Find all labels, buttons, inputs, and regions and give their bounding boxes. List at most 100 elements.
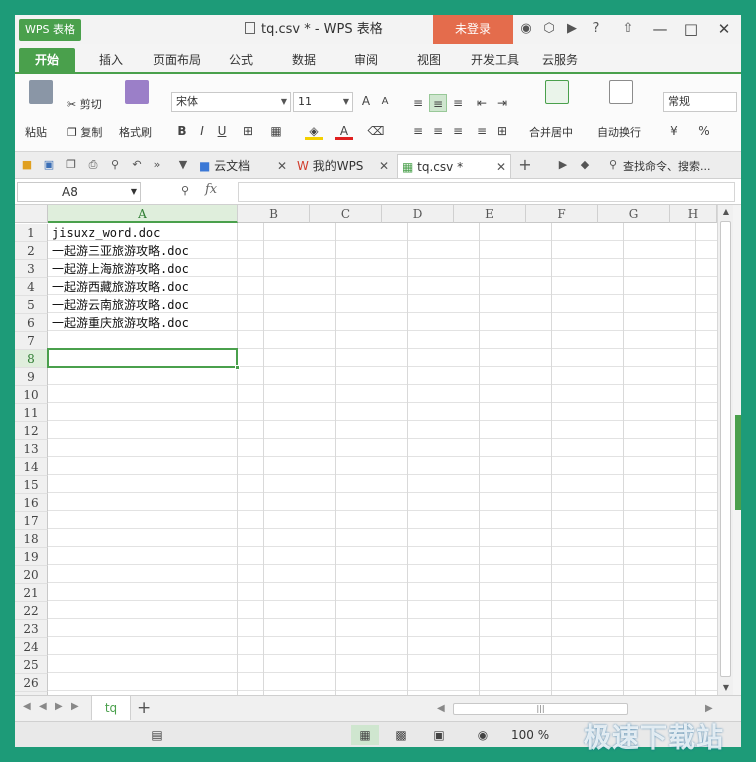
cell-style-icon[interactable]: ▦ bbox=[267, 122, 285, 140]
tab-cloud[interactable]: 云服务 bbox=[537, 48, 583, 72]
align-center-icon[interactable]: ≡ bbox=[429, 122, 447, 140]
row-header[interactable]: 15 bbox=[15, 476, 48, 494]
row-header[interactable]: 16 bbox=[15, 494, 48, 512]
decrease-indent-icon[interactable]: ⇤ bbox=[473, 94, 491, 112]
format-painter-icon[interactable] bbox=[125, 80, 149, 104]
bold-button[interactable]: B bbox=[173, 122, 191, 140]
row-header[interactable]: 24 bbox=[15, 638, 48, 656]
minimize-button[interactable]: — bbox=[645, 15, 675, 44]
font-color-icon[interactable]: A bbox=[335, 122, 353, 140]
row-header[interactable]: 13 bbox=[15, 440, 48, 458]
clear-format-icon[interactable]: ⌫ bbox=[367, 122, 385, 140]
row-header[interactable]: 26 bbox=[15, 674, 48, 692]
skin-icon[interactable]: ◉ bbox=[517, 20, 535, 38]
row-header[interactable]: 4 bbox=[15, 278, 48, 296]
horizontal-scrollbar[interactable]: ◀ ||| ▶ bbox=[435, 702, 720, 716]
row-header[interactable]: 22 bbox=[15, 602, 48, 620]
cut-button[interactable]: ✂ 剪切 bbox=[67, 96, 102, 112]
close-icon[interactable]: ✕ bbox=[277, 154, 287, 178]
share-icon[interactable]: ◆ bbox=[577, 157, 593, 173]
merge-center-icon[interactable] bbox=[545, 80, 569, 104]
row-header[interactable]: 8 bbox=[15, 350, 48, 368]
row-header[interactable]: 21 bbox=[15, 584, 48, 602]
sheet-tab-tq[interactable]: tq bbox=[91, 696, 131, 720]
command-search[interactable]: 查找命令、搜索... bbox=[623, 158, 711, 174]
zoom-level[interactable]: 100 % bbox=[511, 722, 549, 747]
fill-color-icon[interactable]: ◈ bbox=[305, 122, 323, 140]
number-format-select[interactable]: 常规 bbox=[663, 92, 737, 112]
close-icon[interactable]: ✕ bbox=[379, 154, 389, 178]
row-header[interactable]: 14 bbox=[15, 458, 48, 476]
percent-button[interactable]: % bbox=[695, 122, 713, 140]
italic-button[interactable]: I bbox=[193, 122, 211, 140]
font-name-select[interactable]: 宋体 ▼ bbox=[171, 92, 291, 112]
name-box[interactable]: A8 ▼ bbox=[17, 182, 141, 202]
wrap-text-icon[interactable] bbox=[609, 80, 633, 104]
increase-font-icon[interactable]: A bbox=[357, 92, 375, 110]
row-header[interactable]: 20 bbox=[15, 566, 48, 584]
doc-tab-mywps[interactable]: W 我的WPS ✕ bbox=[297, 154, 393, 178]
row-header[interactable]: 19 bbox=[15, 548, 48, 566]
dropdown-icon[interactable]: ▼ bbox=[175, 157, 191, 173]
column-header[interactable]: A bbox=[48, 205, 238, 223]
cell-a3[interactable]: 一起游上海旅游攻略.doc bbox=[52, 260, 189, 278]
add-sheet-icon[interactable]: + bbox=[137, 698, 151, 718]
scroll-left-icon[interactable]: ◀ bbox=[437, 703, 445, 714]
tab-view[interactable]: 视图 bbox=[409, 48, 449, 72]
page-layout-view-icon[interactable]: ▣ bbox=[425, 725, 453, 745]
function-button[interactable]: fx bbox=[205, 182, 217, 197]
row-header[interactable]: 2 bbox=[15, 242, 48, 260]
doc-tab-tq[interactable]: ▦ tq.csv * ✕ bbox=[397, 154, 511, 178]
row-header[interactable]: 3 bbox=[15, 260, 48, 278]
format-painter-button[interactable]: 格式刷 bbox=[119, 124, 152, 140]
undo-icon[interactable]: ↶ bbox=[129, 157, 145, 173]
currency-icon[interactable]: ¥ bbox=[665, 122, 683, 140]
column-header[interactable]: F bbox=[526, 205, 598, 223]
row-header[interactable]: 10 bbox=[15, 386, 48, 404]
cell-a2[interactable]: 一起游三亚旅游攻略.doc bbox=[52, 242, 189, 260]
print-icon[interactable]: ⎙ bbox=[85, 157, 101, 173]
last-sheet-icon[interactable]: ▶ bbox=[71, 701, 79, 712]
first-sheet-icon[interactable]: ◀ bbox=[23, 701, 31, 712]
column-header[interactable]: G bbox=[598, 205, 670, 223]
scroll-up-icon[interactable]: ▲ bbox=[718, 205, 734, 219]
decrease-font-icon[interactable]: A bbox=[376, 93, 394, 111]
distributed-icon[interactable]: ⊞ bbox=[493, 122, 511, 140]
tab-data[interactable]: 数据 bbox=[284, 48, 324, 72]
more-icon[interactable]: » bbox=[149, 157, 165, 173]
side-panel-toggle[interactable] bbox=[735, 415, 741, 510]
increase-indent-icon[interactable]: ⇥ bbox=[493, 94, 511, 112]
window-restore-icon[interactable]: ⇧ bbox=[619, 20, 637, 38]
save-icon[interactable]: ▣ bbox=[41, 157, 57, 173]
select-all-corner[interactable] bbox=[15, 205, 48, 223]
cell-a4[interactable]: 一起游西藏旅游攻略.doc bbox=[52, 278, 189, 296]
settings-icon[interactable]: ⬡ bbox=[540, 20, 558, 38]
app-logo[interactable]: WPS 表格 bbox=[19, 19, 81, 41]
font-size-select[interactable]: 11 ▼ bbox=[293, 92, 353, 112]
export-pdf-icon[interactable]: ❐ bbox=[63, 157, 79, 173]
login-button[interactable]: 未登录 bbox=[433, 15, 513, 44]
vertical-scrollbar[interactable]: ▲ ▼ bbox=[717, 205, 733, 695]
tab-insert[interactable]: 插入 bbox=[89, 48, 133, 72]
zoom-lookup-icon[interactable]: ⚲ bbox=[177, 183, 193, 199]
tab-home[interactable]: 开始 bbox=[19, 48, 75, 72]
reading-mode-icon[interactable]: ◉ bbox=[469, 725, 497, 745]
help-icon[interactable]: ? bbox=[587, 20, 605, 38]
page-break-view-icon[interactable]: ▩ bbox=[387, 725, 415, 745]
fill-handle[interactable] bbox=[235, 365, 240, 370]
row-header[interactable]: 5 bbox=[15, 296, 48, 314]
justify-icon[interactable]: ≡ bbox=[473, 122, 491, 140]
normal-view-icon[interactable]: ▦ bbox=[351, 725, 379, 745]
doc-tab-cloud[interactable]: ■ 云文档 ✕ bbox=[199, 154, 291, 178]
copy-button[interactable]: ❐ 复制 bbox=[67, 124, 102, 140]
row-header[interactable]: 7 bbox=[15, 332, 48, 350]
status-doc-icon[interactable]: ▤ bbox=[143, 725, 171, 745]
search-icon[interactable]: ⚲ bbox=[605, 157, 621, 173]
maximize-button[interactable]: □ bbox=[676, 15, 706, 44]
feedback-icon[interactable]: ▶ bbox=[563, 20, 581, 38]
print-preview-icon[interactable]: ⚲ bbox=[107, 157, 123, 173]
cell-a6[interactable]: 一起游重庆旅游攻略.doc bbox=[52, 314, 189, 332]
scroll-thumb[interactable] bbox=[720, 221, 731, 677]
new-tab-icon[interactable]: + bbox=[517, 157, 533, 173]
column-header[interactable]: H bbox=[670, 205, 717, 223]
